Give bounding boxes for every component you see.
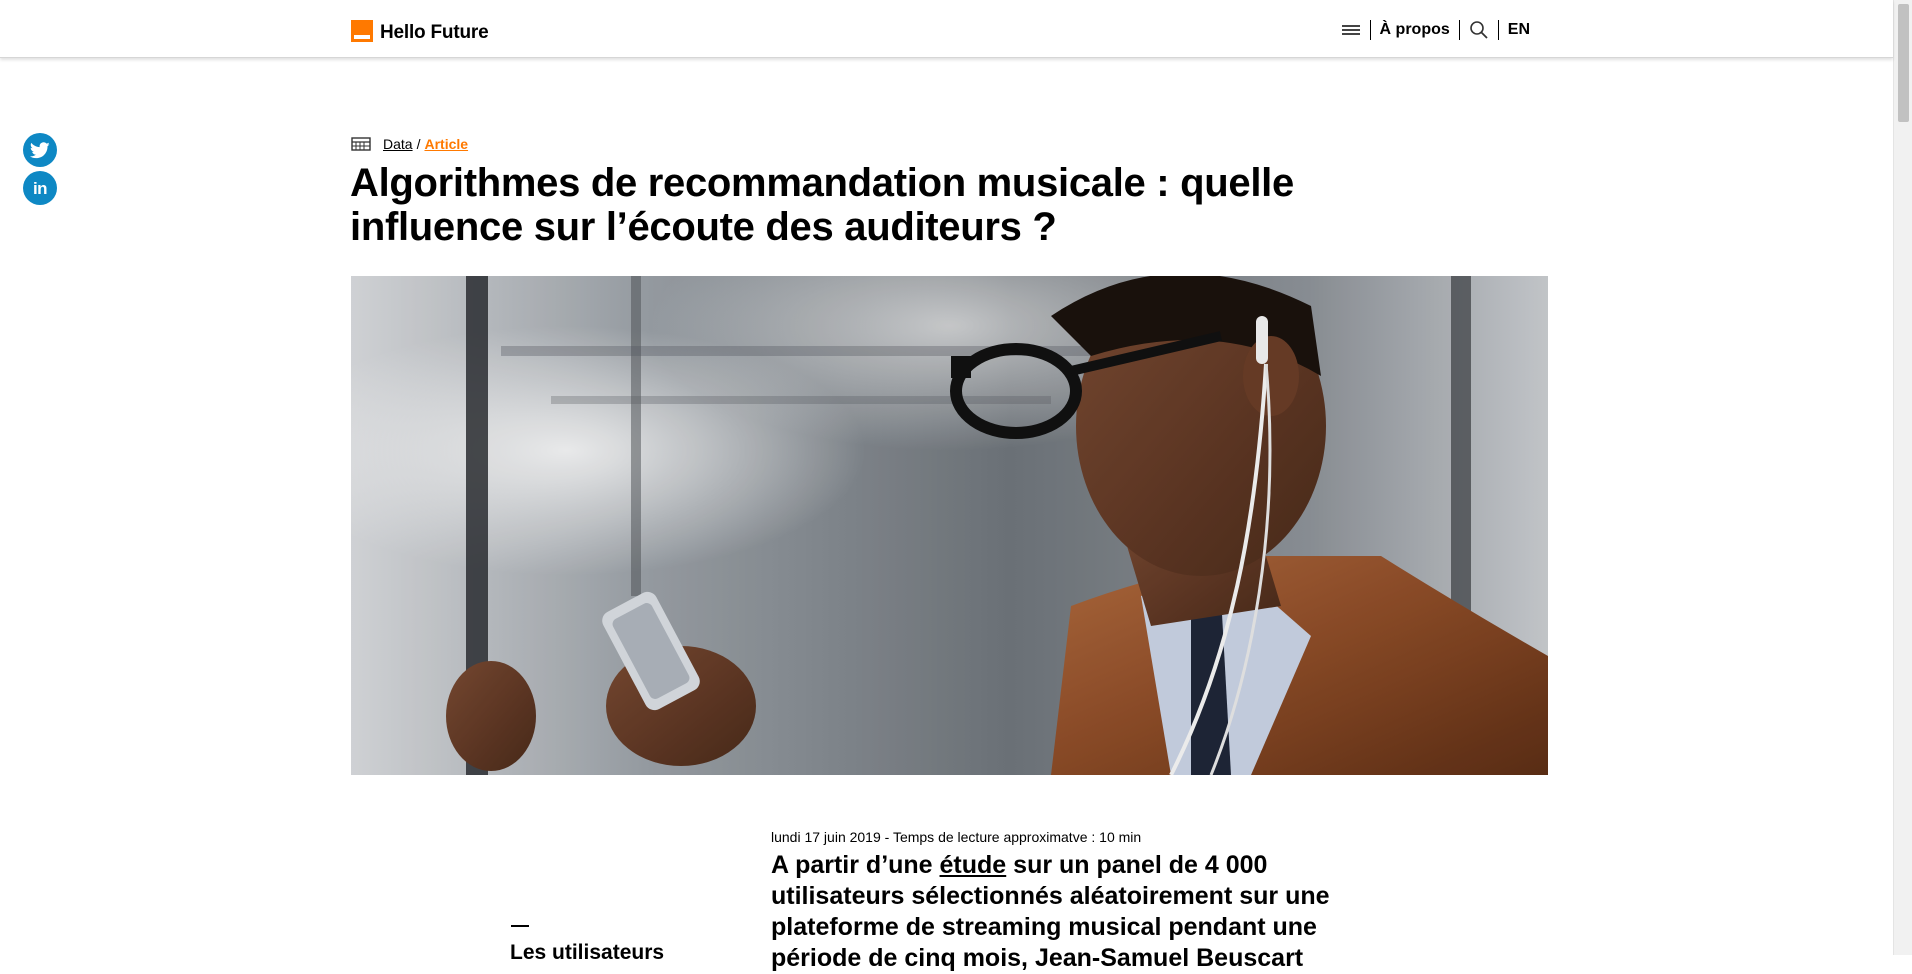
nav-divider (1497, 20, 1499, 40)
article-hero-image (351, 276, 1548, 775)
page-scrollbar[interactable] (1893, 0, 1912, 955)
article-title: Algorithmes de recommandation musicale :… (350, 161, 1294, 249)
orange-logo-icon (351, 19, 373, 42)
twitter-share-button[interactable] (23, 133, 57, 167)
top-nav: À propos EN (1341, 18, 1530, 42)
nav-divider (1369, 20, 1371, 40)
lead-text-start: A partir d’une (771, 851, 940, 879)
hero-photo (351, 276, 1548, 775)
linkedin-share-button[interactable]: in (23, 171, 57, 205)
category-icon (351, 137, 371, 151)
brand-logo-link[interactable]: Hello Future (351, 19, 489, 43)
linkedin-icon: in (32, 178, 48, 198)
hamburger-menu-icon[interactable] (1341, 22, 1361, 38)
language-switch-en[interactable]: EN (1508, 21, 1530, 39)
site-header: Hello Future À propos EN (0, 0, 1893, 58)
brand-name: Hello Future (380, 22, 489, 43)
breadcrumb: Data / Article (351, 136, 468, 152)
social-share: in (23, 133, 57, 209)
article-lead: A partir d’une étude sur un panel de 4 0… (771, 850, 1371, 974)
breadcrumb-current[interactable]: Article (424, 136, 468, 152)
twitter-icon (30, 141, 50, 158)
article-meta: lundi 17 juin 2019 - Temps de lecture ap… (771, 829, 1142, 845)
study-link[interactable]: étude (940, 851, 1007, 879)
aside-quote: Les utilisateurs (510, 941, 665, 964)
scrollbar-thumb[interactable] (1898, 4, 1909, 122)
search-icon[interactable] (1469, 20, 1489, 40)
nav-divider (1458, 20, 1460, 40)
breadcrumb-data-link[interactable]: Data (383, 136, 413, 152)
aside-dash (511, 925, 529, 927)
breadcrumb-separator: / (416, 136, 421, 152)
about-link[interactable]: À propos (1380, 21, 1450, 39)
